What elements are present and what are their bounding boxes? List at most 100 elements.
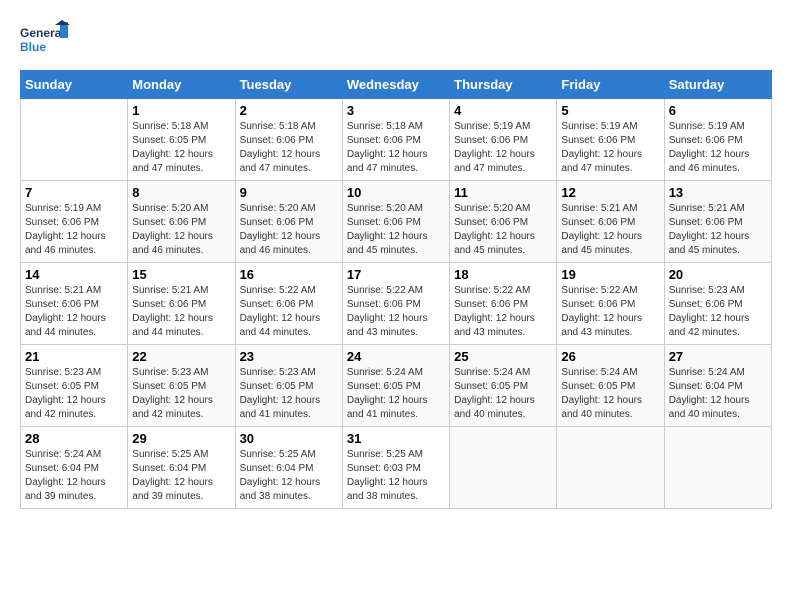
calendar-cell: 17 Sunrise: 5:22 AM Sunset: 6:06 PM Dayli… [342, 263, 449, 345]
day-number: 12 [561, 185, 659, 200]
day-info: Sunrise: 5:18 AM Sunset: 6:06 PM Dayligh… [347, 120, 445, 176]
calendar-cell: 5Sunrise: 5:19 AM Sunset: 6:06 PM Daylig… [557, 99, 664, 181]
day-number: 15 [132, 267, 230, 282]
day-number: 9 [240, 185, 338, 200]
calendar-cell [557, 427, 664, 509]
day-number: 3 [347, 103, 445, 118]
day-number: 20 [669, 267, 767, 282]
day-number: 23 [240, 349, 338, 364]
day-number: 19 [561, 267, 659, 282]
day-info: Sunrise: 5:23 AM Sunset: 6:05 PM Dayligh… [240, 366, 338, 422]
day-number: 7 [25, 185, 123, 200]
day-number: 10 [347, 185, 445, 200]
calendar-cell: 22 Sunrise: 5:23 AM Sunset: 6:05 PM Dayli… [128, 345, 235, 427]
column-header-sunday: Sunday [21, 71, 128, 99]
calendar-week-row: 28 Sunrise: 5:24 AM Sunset: 6:04 PM Dayli… [21, 427, 772, 509]
day-info: Sunrise: 5:22 AM Sunset: 6:06 PM Dayligh… [240, 284, 338, 340]
calendar-cell: 30 Sunrise: 5:25 AM Sunset: 6:04 PM Dayli… [235, 427, 342, 509]
svg-text:General: General [20, 26, 65, 40]
calendar-cell [664, 427, 771, 509]
day-info: Sunrise: 5:24 AM Sunset: 6:05 PM Dayligh… [347, 366, 445, 422]
column-header-friday: Friday [557, 71, 664, 99]
day-number: 24 [347, 349, 445, 364]
calendar-cell: 2Sunrise: 5:18 AM Sunset: 6:06 PM Daylig… [235, 99, 342, 181]
day-info: Sunrise: 5:24 AM Sunset: 6:05 PM Dayligh… [561, 366, 659, 422]
day-number: 16 [240, 267, 338, 282]
calendar-week-row: 21 Sunrise: 5:23 AM Sunset: 6:05 PM Dayli… [21, 345, 772, 427]
day-info: Sunrise: 5:20 AM Sunset: 6:06 PM Dayligh… [240, 202, 338, 258]
day-number: 30 [240, 431, 338, 446]
column-header-monday: Monday [128, 71, 235, 99]
calendar-cell: 8 Sunrise: 5:20 AM Sunset: 6:06 PM Daylig… [128, 181, 235, 263]
day-number: 27 [669, 349, 767, 364]
calendar-cell: 11 Sunrise: 5:20 AM Sunset: 6:06 PM Dayli… [450, 181, 557, 263]
day-number: 11 [454, 185, 552, 200]
calendar-header-row: SundayMondayTuesdayWednesdayThursdayFrid… [21, 71, 772, 99]
day-number: 31 [347, 431, 445, 446]
day-info: Sunrise: 5:20 AM Sunset: 6:06 PM Dayligh… [132, 202, 230, 258]
calendar-cell: 14 Sunrise: 5:21 AM Sunset: 6:06 PM Dayli… [21, 263, 128, 345]
day-info: Sunrise: 5:19 AM Sunset: 6:06 PM Dayligh… [454, 120, 552, 176]
day-info: Sunrise: 5:22 AM Sunset: 6:06 PM Dayligh… [561, 284, 659, 340]
day-number: 21 [25, 349, 123, 364]
calendar-cell: 12 Sunrise: 5:21 AM Sunset: 6:06 PM Dayli… [557, 181, 664, 263]
calendar-cell: 13 Sunrise: 5:21 AM Sunset: 6:06 PM Dayli… [664, 181, 771, 263]
day-info: Sunrise: 5:23 AM Sunset: 6:05 PM Dayligh… [25, 366, 123, 422]
calendar-cell: 20 Sunrise: 5:23 AM Sunset: 6:06 PM Dayli… [664, 263, 771, 345]
calendar-cell [450, 427, 557, 509]
calendar-cell: 28 Sunrise: 5:24 AM Sunset: 6:04 PM Dayli… [21, 427, 128, 509]
day-number: 6 [669, 103, 767, 118]
calendar-cell: 29Sunrise: 5:25 AM Sunset: 6:04 PM Dayli… [128, 427, 235, 509]
day-info: Sunrise: 5:19 AM Sunset: 6:06 PM Dayligh… [25, 202, 123, 258]
calendar-cell: 1 Sunrise: 5:18 AM Sunset: 6:05 PM Daylig… [128, 99, 235, 181]
calendar-cell: 6 Sunrise: 5:19 AM Sunset: 6:06 PM Daylig… [664, 99, 771, 181]
calendar-cell: 31 Sunrise: 5:25 AM Sunset: 6:03 PM Dayli… [342, 427, 449, 509]
day-info: Sunrise: 5:21 AM Sunset: 6:06 PM Dayligh… [132, 284, 230, 340]
day-info: Sunrise: 5:19 AM Sunset: 6:06 PM Dayligh… [669, 120, 767, 176]
day-info: Sunrise: 5:18 AM Sunset: 6:05 PM Dayligh… [132, 120, 230, 176]
column-header-wednesday: Wednesday [342, 71, 449, 99]
calendar-cell: 3 Sunrise: 5:18 AM Sunset: 6:06 PM Daylig… [342, 99, 449, 181]
calendar-cell: 25 Sunrise: 5:24 AM Sunset: 6:05 PM Dayli… [450, 345, 557, 427]
calendar-cell: 7 Sunrise: 5:19 AM Sunset: 6:06 PM Daylig… [21, 181, 128, 263]
day-info: Sunrise: 5:18 AM Sunset: 6:06 PM Dayligh… [240, 120, 338, 176]
day-info: Sunrise: 5:20 AM Sunset: 6:06 PM Dayligh… [454, 202, 552, 258]
column-header-thursday: Thursday [450, 71, 557, 99]
day-info: Sunrise: 5:21 AM Sunset: 6:06 PM Dayligh… [25, 284, 123, 340]
day-number: 18 [454, 267, 552, 282]
calendar-week-row: 7 Sunrise: 5:19 AM Sunset: 6:06 PM Daylig… [21, 181, 772, 263]
day-number: 8 [132, 185, 230, 200]
calendar-cell: 27 Sunrise: 5:24 AM Sunset: 6:04 PM Dayli… [664, 345, 771, 427]
day-number: 4 [454, 103, 552, 118]
calendar-cell: 26 Sunrise: 5:24 AM Sunset: 6:05 PM Dayli… [557, 345, 664, 427]
day-number: 28 [25, 431, 123, 446]
calendar-cell: 18Sunrise: 5:22 AM Sunset: 6:06 PM Dayli… [450, 263, 557, 345]
day-info: Sunrise: 5:23 AM Sunset: 6:06 PM Dayligh… [669, 284, 767, 340]
calendar-cell: 4 Sunrise: 5:19 AM Sunset: 6:06 PM Daylig… [450, 99, 557, 181]
day-info: Sunrise: 5:23 AM Sunset: 6:05 PM Dayligh… [132, 366, 230, 422]
day-info: Sunrise: 5:25 AM Sunset: 6:04 PM Dayligh… [240, 448, 338, 504]
day-number: 25 [454, 349, 552, 364]
day-number: 17 [347, 267, 445, 282]
day-info: Sunrise: 5:24 AM Sunset: 6:04 PM Dayligh… [669, 366, 767, 422]
day-number: 22 [132, 349, 230, 364]
day-number: 29 [132, 431, 230, 446]
day-number: 14 [25, 267, 123, 282]
day-info: Sunrise: 5:22 AM Sunset: 6:06 PM Dayligh… [347, 284, 445, 340]
logo-svg: General Blue [20, 20, 70, 60]
column-header-saturday: Saturday [664, 71, 771, 99]
calendar-cell: 24 Sunrise: 5:24 AM Sunset: 6:05 PM Dayli… [342, 345, 449, 427]
day-info: Sunrise: 5:25 AM Sunset: 6:03 PM Dayligh… [347, 448, 445, 504]
page-header: General Blue [20, 20, 772, 60]
day-number: 1 [132, 103, 230, 118]
calendar-cell: 9 Sunrise: 5:20 AM Sunset: 6:06 PM Daylig… [235, 181, 342, 263]
day-number: 13 [669, 185, 767, 200]
day-number: 26 [561, 349, 659, 364]
calendar-week-row: 1 Sunrise: 5:18 AM Sunset: 6:05 PM Daylig… [21, 99, 772, 181]
day-number: 5 [561, 103, 659, 118]
day-info: Sunrise: 5:21 AM Sunset: 6:06 PM Dayligh… [669, 202, 767, 258]
day-info: Sunrise: 5:24 AM Sunset: 6:05 PM Dayligh… [454, 366, 552, 422]
day-info: Sunrise: 5:21 AM Sunset: 6:06 PM Dayligh… [561, 202, 659, 258]
calendar-cell: 16 Sunrise: 5:22 AM Sunset: 6:06 PM Dayli… [235, 263, 342, 345]
day-info: Sunrise: 5:24 AM Sunset: 6:04 PM Dayligh… [25, 448, 123, 504]
